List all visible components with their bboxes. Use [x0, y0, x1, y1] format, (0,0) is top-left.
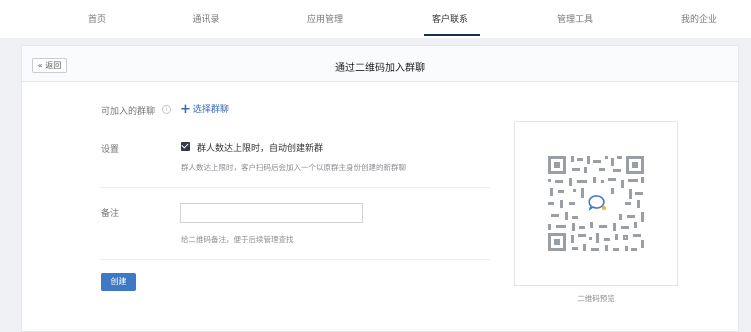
nav-item-customer-contact[interactable]: 客户联系: [432, 12, 468, 26]
auto-create-hint: 群人数达上限时，客户扫码后会加入一个以原群主身份创建的新群聊: [181, 163, 406, 172]
qr-preview-caption: 二维码预览: [577, 294, 615, 303]
remark-label: 备注: [101, 209, 120, 219]
nav-item-contacts[interactable]: 通讯录: [192, 12, 219, 26]
plus-icon: +: [180, 102, 191, 117]
nav-item-home[interactable]: 首页: [88, 12, 106, 26]
select-group-link[interactable]: + 选择群聊: [180, 102, 229, 117]
auto-create-label[interactable]: 群人数达上限时，自动创建新群: [197, 141, 323, 154]
settings-label: 设置: [101, 145, 120, 155]
qr-code-icon: [548, 156, 644, 251]
nav-item-my-enterprise[interactable]: 我的企业: [681, 12, 717, 26]
nav-item-app-management[interactable]: 应用管理: [307, 12, 343, 26]
create-button[interactable]: 创建: [101, 273, 136, 291]
remark-input[interactable]: [180, 203, 363, 223]
page-title: 通过二维码加入群聊: [335, 63, 425, 74]
card-header: « 返回 通过二维码加入群聊: [22, 46, 738, 82]
select-group-label: 选择群聊: [192, 105, 229, 115]
info-icon[interactable]: i: [162, 105, 171, 114]
auto-create-checkbox[interactable]: [181, 142, 190, 151]
qr-preview-box: [514, 121, 678, 286]
nav-active-underline: [424, 34, 480, 36]
divider: [99, 187, 490, 188]
nav-item-management-tools[interactable]: 管理工具: [557, 12, 593, 26]
divider: [99, 259, 490, 260]
groups-label: 可加入的群聊: [101, 107, 156, 117]
remark-hint: 给二维码备注，便于后续管理查找: [181, 235, 294, 244]
top-nav: 首页 通讯录 应用管理 客户联系 管理工具 我的企业: [0, 0, 751, 38]
chat-bubble-icon: [586, 192, 608, 214]
